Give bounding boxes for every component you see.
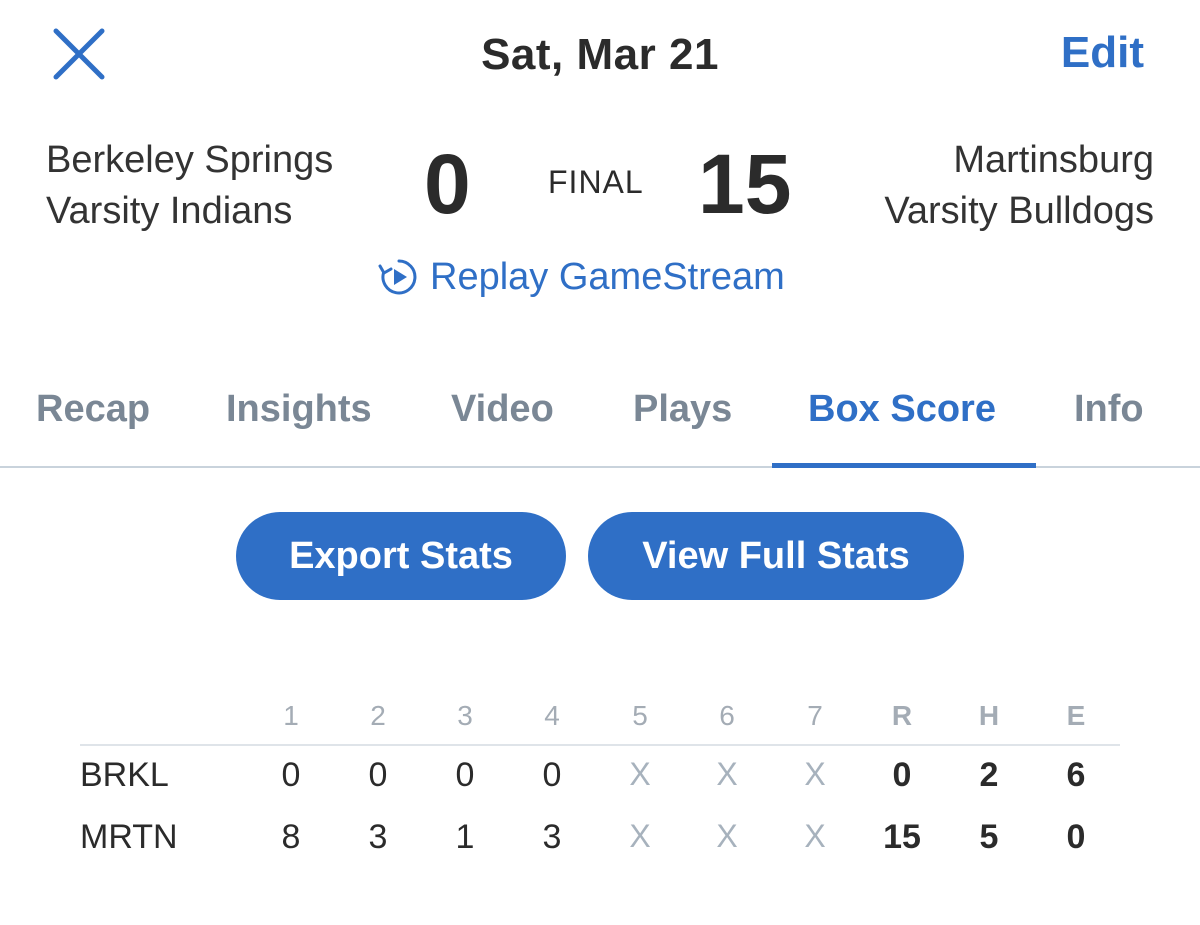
- tab-video[interactable]: Video: [451, 388, 554, 431]
- table-row: MRTN 8 3 1 3 X X X 15 5 0: [80, 808, 1120, 870]
- inning-cell: X: [629, 818, 651, 854]
- away-team-score: 15: [698, 137, 792, 231]
- column-header: 4: [544, 700, 560, 731]
- tab-plays[interactable]: Plays: [633, 388, 732, 431]
- tab-recap[interactable]: Recap: [36, 388, 150, 431]
- game-status: FINAL: [548, 164, 644, 200]
- top-bar: Sat, Mar 21 Edit: [0, 0, 1200, 110]
- replay-label: Replay GameStream: [430, 255, 785, 298]
- column-header: 7: [807, 700, 823, 731]
- inning-cell: X: [804, 756, 826, 792]
- home-team-score: 0: [424, 137, 471, 231]
- line-score-table: 1 2 3 4 5 6 7 R H E BRKL 0 0 0 0 X X X 0…: [80, 690, 1120, 870]
- inning-cell: X: [629, 756, 651, 792]
- edit-button[interactable]: Edit: [1061, 28, 1144, 78]
- active-tab-indicator: [772, 463, 1036, 468]
- row-team: MRTN: [80, 818, 178, 856]
- away-team-line2: Varsity Bulldogs: [884, 190, 1154, 232]
- away-team-line1: Martinsburg: [953, 139, 1154, 181]
- tab-info[interactable]: Info: [1074, 388, 1144, 431]
- inning-cell: X: [804, 818, 826, 854]
- errors-cell: 0: [1066, 818, 1086, 856]
- tab-box-score[interactable]: Box Score: [808, 388, 996, 431]
- hits-cell: 5: [979, 818, 999, 856]
- tab-insights[interactable]: Insights: [226, 388, 372, 431]
- inning-cell: 8: [281, 818, 301, 856]
- column-header-runs: R: [891, 700, 913, 731]
- column-header: 6: [719, 700, 735, 731]
- inning-cell: X: [716, 756, 738, 792]
- column-header: 2: [370, 700, 386, 731]
- inning-cell: 3: [542, 818, 562, 856]
- hits-cell: 2: [979, 756, 999, 794]
- view-full-stats-button[interactable]: View Full Stats: [588, 512, 964, 600]
- column-header: 1: [283, 700, 299, 731]
- replay-icon: [378, 259, 417, 295]
- runs-cell: 0: [892, 756, 912, 794]
- inning-cell: 0: [281, 756, 301, 794]
- column-header: 3: [457, 700, 473, 731]
- inning-cell: 0: [455, 756, 475, 794]
- column-header-errors: E: [1066, 700, 1086, 731]
- row-team: BRKL: [80, 756, 169, 794]
- inning-cell: 1: [455, 818, 475, 856]
- column-header-hits: H: [978, 700, 1000, 731]
- line-score-header: 1 2 3 4 5 6 7 R H E: [80, 690, 1120, 746]
- inning-cell: 0: [542, 756, 562, 794]
- replay-gamestream-link[interactable]: Replay GameStream: [378, 252, 785, 302]
- page-title: Sat, Mar 21: [481, 30, 719, 79]
- runs-cell: 15: [883, 818, 921, 856]
- home-team-line1: Berkeley Springs: [46, 139, 334, 181]
- table-row: BRKL 0 0 0 0 X X X 0 2 6: [80, 746, 1120, 808]
- away-team-name: Martinsburg Varsity Bulldogs: [884, 135, 1154, 237]
- tab-bar: Recap Insights Video Plays Box Score Inf…: [0, 380, 1200, 468]
- export-stats-button[interactable]: Export Stats: [236, 512, 566, 600]
- errors-cell: 6: [1066, 756, 1086, 794]
- column-header: 5: [632, 700, 648, 731]
- inning-cell: X: [716, 818, 738, 854]
- inning-cell: 0: [368, 756, 388, 794]
- home-team-line2: Varsity Indians: [46, 190, 293, 232]
- home-team-name: Berkeley Springs Varsity Indians: [46, 135, 333, 237]
- inning-cell: 3: [368, 818, 388, 856]
